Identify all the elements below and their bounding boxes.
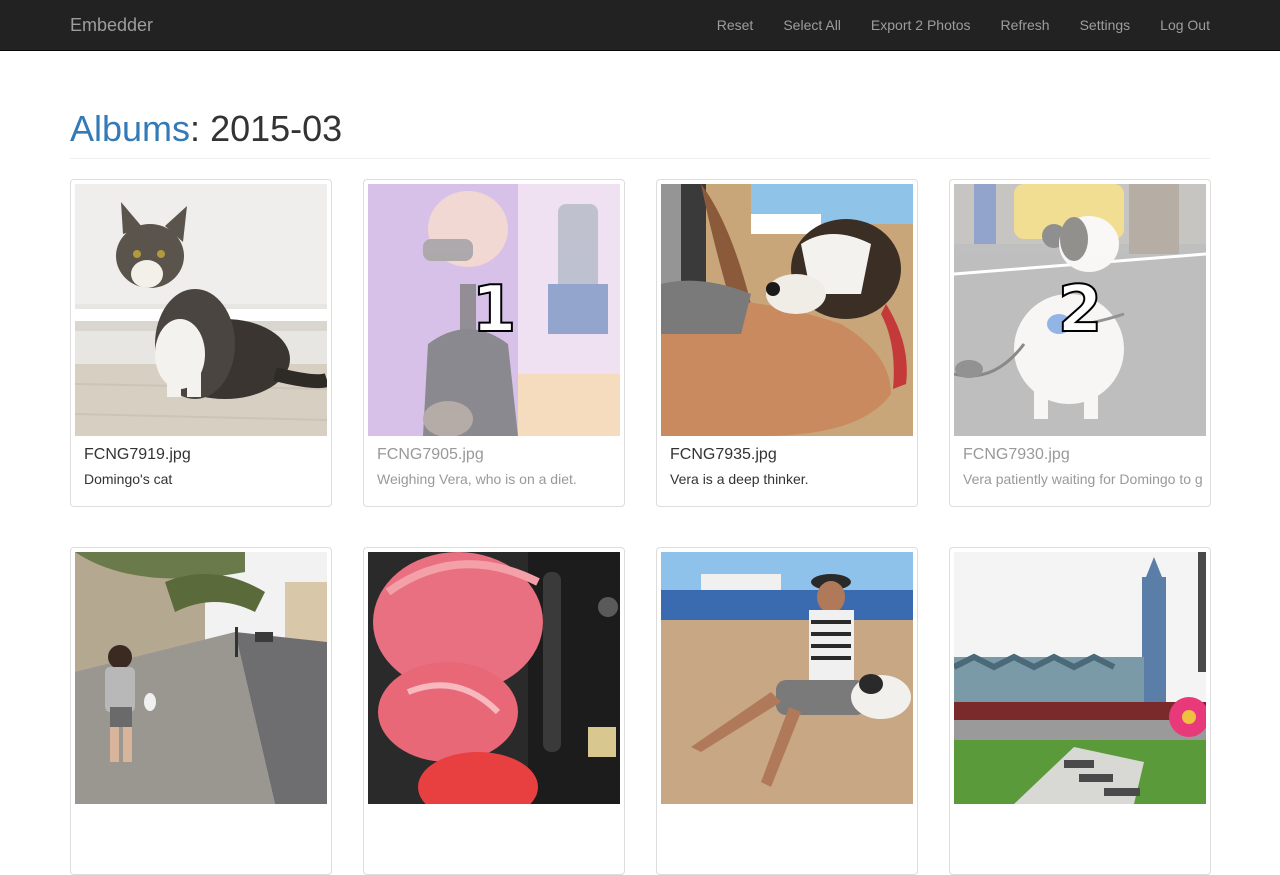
nav-item-export: Export 2 Photos <box>856 0 986 50</box>
refresh-link[interactable]: Refresh <box>986 0 1065 50</box>
photo-grid: FCNG7919.jpg Domingo's cat 1 FCNG7905.jp… <box>70 179 1211 875</box>
page-title: Albums: 2015-03 <box>70 108 1210 150</box>
cat-image <box>75 184 327 436</box>
reset-link[interactable]: Reset <box>702 0 769 50</box>
album-name: 2015-03 <box>210 108 343 149</box>
title-separator: : <box>190 108 211 149</box>
photo-card[interactable] <box>949 547 1211 875</box>
photo-caption <box>75 804 327 817</box>
london-skyline-image <box>954 552 1206 804</box>
photo-filename: FCNG7935.jpg <box>670 446 777 463</box>
brand-link[interactable]: Embedder <box>70 0 153 50</box>
photo-caption: FCNG7905.jpg Weighing Vera, who is on a … <box>368 436 620 489</box>
red-bags-image <box>368 552 620 804</box>
nav-item-refresh: Refresh <box>986 0 1065 50</box>
photo-card[interactable] <box>656 547 918 875</box>
albums-breadcrumb-link[interactable]: Albums <box>70 108 190 149</box>
selection-number: 1 <box>471 272 518 348</box>
photo-caption <box>661 804 913 817</box>
london-skyline-photo[interactable] <box>954 552 1206 804</box>
photo-filename: FCNG7919.jpg <box>84 446 191 463</box>
photo-description: Weighing Vera, who is on a diet. <box>377 471 577 487</box>
photo-description: Vera patiently waiting for Domingo to g <box>963 471 1203 487</box>
beach-man-dog-photo[interactable] <box>661 552 913 804</box>
photo-caption <box>368 804 620 817</box>
photo-card[interactable] <box>70 547 332 875</box>
top-navbar: Embedder Reset Select All Export 2 Photo… <box>0 0 1280 51</box>
settings-link[interactable]: Settings <box>1065 0 1146 50</box>
nav-item-select-all: Select All <box>768 0 856 50</box>
photo-caption <box>954 804 1206 817</box>
photo-card[interactable]: FCNG7935.jpg Vera is a deep thinker. <box>656 179 918 507</box>
photo-card[interactable] <box>363 547 625 875</box>
dog-on-arm-image <box>661 184 913 436</box>
nav-menu: Reset Select All Export 2 Photos Refresh… <box>702 0 1210 50</box>
dog-on-street-photo[interactable]: 2 <box>954 184 1206 436</box>
log-out-link[interactable]: Log Out <box>1145 0 1210 50</box>
photo-card[interactable]: 2 FCNG7930.jpg Vera patiently waiting fo… <box>949 179 1211 507</box>
weighing-dog-photo[interactable]: 1 <box>368 184 620 436</box>
photo-filename: FCNG7930.jpg <box>963 446 1070 463</box>
cat-photo[interactable] <box>75 184 327 436</box>
export-photos-link[interactable]: Export 2 Photos <box>856 0 986 50</box>
beach-man-dog-image <box>661 552 913 804</box>
photo-filename: FCNG7905.jpg <box>377 446 484 463</box>
photo-description: Vera is a deep thinker. <box>670 471 809 487</box>
photo-description: Domingo's cat <box>84 471 173 487</box>
street-walk-image <box>75 552 327 804</box>
nav-item-reset: Reset <box>702 0 769 50</box>
select-all-link[interactable]: Select All <box>768 0 856 50</box>
photo-caption: FCNG7930.jpg Vera patiently waiting for … <box>954 436 1206 489</box>
page-header: Albums: 2015-03 <box>70 108 1210 159</box>
nav-item-logout: Log Out <box>1145 0 1210 50</box>
photo-caption: FCNG7919.jpg Domingo's cat <box>75 436 327 489</box>
photo-caption: FCNG7935.jpg Vera is a deep thinker. <box>661 436 913 489</box>
street-walk-photo[interactable] <box>75 552 327 804</box>
photo-card[interactable]: FCNG7919.jpg Domingo's cat <box>70 179 332 507</box>
nav-item-settings: Settings <box>1065 0 1146 50</box>
selection-number: 2 <box>1057 272 1104 348</box>
photo-card[interactable]: 1 FCNG7905.jpg Weighing Vera, who is on … <box>363 179 625 507</box>
red-bags-photo[interactable] <box>368 552 620 804</box>
dog-on-arm-photo[interactable] <box>661 184 913 436</box>
